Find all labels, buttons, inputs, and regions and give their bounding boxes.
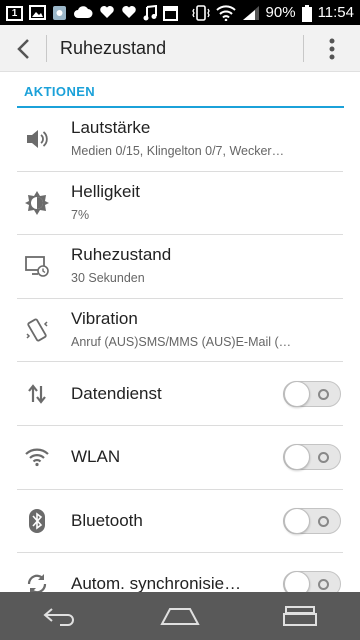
list-item-volume[interactable]: Lautstärke Medien 0/15, Klingelton 0/7, … xyxy=(17,108,343,172)
nav-back-button[interactable] xyxy=(30,596,90,636)
toggle-knob xyxy=(284,444,310,471)
heart-icon xyxy=(99,5,115,21)
wifi-icon xyxy=(215,4,236,21)
list-item-data-service[interactable]: Datendienst xyxy=(17,362,343,426)
settings-list: Lautstärke Medien 0/15, Klingelton 0/7, … xyxy=(0,108,360,617)
screen-timeout-icon xyxy=(23,252,51,280)
battery-icon xyxy=(301,4,312,22)
more-vert-icon xyxy=(329,38,335,60)
item-title: WLAN xyxy=(71,447,121,467)
volume-icon xyxy=(23,125,51,153)
item-title: Helligkeit xyxy=(71,181,140,201)
item-title: Datendienst xyxy=(71,383,162,403)
item-title: Ruhezustand xyxy=(71,245,172,265)
recents-icon xyxy=(283,606,317,626)
action-bar: Ruhezustand xyxy=(0,25,360,72)
heart-icon xyxy=(121,5,137,21)
home-icon xyxy=(160,608,200,625)
section-header: AKTIONEN xyxy=(24,84,96,99)
back-arrow-icon xyxy=(43,608,74,626)
data-service-toggle[interactable] xyxy=(283,380,341,407)
wlan-toggle[interactable] xyxy=(283,444,341,471)
list-item-vibration[interactable]: Vibration Anruf (AUS)SMS/MMS (AUS)E-Mail… xyxy=(17,299,343,363)
toggle-knob xyxy=(284,507,310,534)
item-title: Vibration xyxy=(71,308,138,328)
calendar-icon xyxy=(163,5,178,21)
list-item-wlan[interactable]: WLAN xyxy=(17,426,343,490)
divider xyxy=(46,35,47,62)
image-icon xyxy=(29,5,46,21)
item-title: Bluetooth xyxy=(71,510,143,530)
signal-icon xyxy=(242,5,260,21)
navigation-bar xyxy=(0,592,360,640)
wifi-icon xyxy=(23,443,51,471)
notification-box-icon: 1 xyxy=(6,5,23,21)
toggle-off-indicator xyxy=(318,579,329,591)
vibrate-icon xyxy=(191,4,210,21)
toggle-off-indicator xyxy=(318,388,329,400)
vibrate-icon xyxy=(23,316,51,344)
clock: 11:54 xyxy=(317,4,354,21)
list-item-brightness[interactable]: Helligkeit 7% xyxy=(17,172,343,236)
divider xyxy=(303,35,304,62)
status-bar: 1 90% 11:54 xyxy=(0,0,360,25)
list-item-bluetooth[interactable]: Bluetooth xyxy=(17,490,343,554)
item-subtitle: 7% xyxy=(71,207,90,222)
bluetooth-icon xyxy=(23,507,51,535)
app-icon xyxy=(52,5,67,21)
item-subtitle: Medien 0/15, Klingelton 0/7, Wecker… xyxy=(71,144,285,158)
music-note-icon xyxy=(143,4,157,21)
brightness-icon xyxy=(23,189,51,217)
list-item-sleep[interactable]: Ruhezustand 30 Sekunden xyxy=(17,235,343,299)
back-button[interactable] xyxy=(8,31,40,67)
toggle-knob xyxy=(284,380,310,407)
cloud-icon xyxy=(73,5,93,21)
data-transfer-icon xyxy=(23,380,51,408)
nav-recents-button[interactable] xyxy=(270,596,330,636)
chevron-left-icon xyxy=(17,39,29,59)
overflow-menu-button[interactable] xyxy=(316,33,348,65)
item-subtitle: Anruf (AUS)SMS/MMS (AUS)E-Mail (… xyxy=(71,334,292,349)
notification-icons: 1 xyxy=(6,4,178,22)
toggle-off-indicator xyxy=(318,452,329,464)
bluetooth-toggle[interactable] xyxy=(283,507,341,534)
nav-home-button[interactable] xyxy=(150,596,210,636)
system-icons: 90% 11:54 xyxy=(191,0,354,25)
battery-percent: 90% xyxy=(265,4,296,21)
page-title: Ruhezustand xyxy=(60,38,167,58)
item-subtitle: 30 Sekunden xyxy=(71,271,145,286)
item-title: Lautstärke xyxy=(71,118,151,137)
toggle-off-indicator xyxy=(318,515,329,527)
